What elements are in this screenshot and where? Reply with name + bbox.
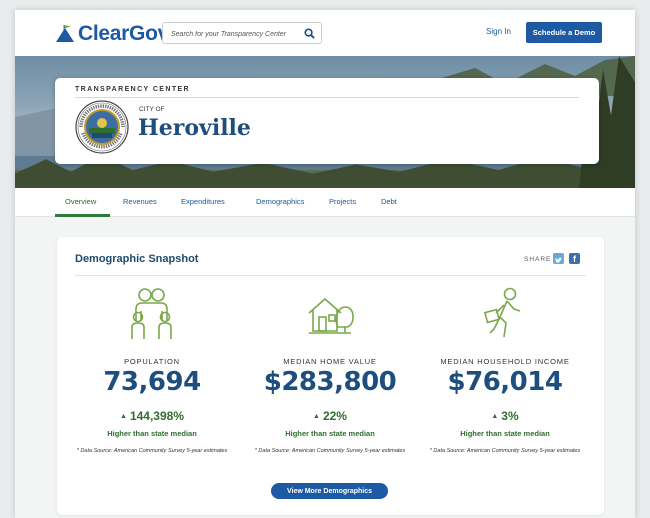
facebook-share-icon[interactable]: f [569, 253, 580, 264]
stat-value: $76,014 [447, 367, 563, 397]
up-triangle-icon: ▲ [120, 413, 127, 420]
tab-debt[interactable]: Debt [381, 197, 397, 206]
divider [75, 97, 579, 98]
city-prefix: CITY OF [139, 106, 165, 113]
stat-median-household-income: MEDIAN HOUSEHOLD INCOME $76,014 ▲ 3% High… [420, 287, 590, 467]
stat-label: POPULATION [124, 357, 180, 366]
stat-change: ▲ 144,398% [120, 409, 184, 423]
family-icon [131, 288, 172, 339]
stat-change: ▲ 22% [313, 409, 347, 423]
search-box[interactable] [162, 22, 322, 44]
house-icon [308, 297, 354, 334]
logo-flag-icon [56, 25, 74, 42]
stat-change: ▲ 3% [491, 409, 519, 423]
up-triangle-icon: ▲ [313, 413, 320, 420]
stat-comparison: Higher than state median [107, 429, 197, 438]
page: ClearGov® Sign In Schedule a Demo TRANSP… [15, 10, 635, 518]
up-triangle-icon: ▲ [491, 413, 499, 420]
share-label: SHARE [524, 256, 552, 263]
city-name: Heroville [138, 115, 251, 141]
tab-expenditures[interactable]: Expenditures [181, 197, 225, 206]
stat-comparison: Higher than state median [285, 429, 375, 438]
tab-overview[interactable]: Overview [65, 197, 96, 206]
search-input[interactable] [171, 27, 301, 41]
search-icon[interactable] [304, 28, 315, 39]
stat-value: 73,694 [103, 367, 201, 397]
hero-banner: TRANSPARENCY CENTER CITY OF Heroville [15, 56, 635, 188]
stat-label: MEDIAN HOUSEHOLD INCOME [440, 357, 570, 366]
schedule-demo-button[interactable]: Schedule a Demo [526, 22, 602, 43]
stat-comparison: Higher than state median [460, 429, 550, 438]
tab-revenues[interactable]: Revenues [123, 197, 157, 206]
divider [75, 275, 586, 276]
stat-data-source: * Data Source: American Community Survey… [254, 448, 406, 454]
sign-in-link[interactable]: Sign In [486, 27, 511, 36]
stat-data-source: * Data Source: American Community Survey… [429, 448, 581, 454]
snapshot-title: Demographic Snapshot [75, 253, 199, 265]
tab-projects[interactable]: Projects [329, 197, 356, 206]
transparency-center-label: TRANSPARENCY CENTER [75, 86, 191, 93]
view-more-demographics-button[interactable]: View More Demographics [271, 483, 388, 499]
cleargov-logo[interactable]: ClearGov® [55, 22, 174, 45]
stat-label: MEDIAN HOME VALUE [283, 357, 377, 366]
city-seal-icon [75, 100, 129, 154]
top-navigation-bar: ClearGov® Sign In Schedule a Demo [15, 10, 635, 56]
worker-icon [483, 287, 521, 338]
stat-data-source: * Data Source: American Community Survey… [76, 448, 228, 454]
tab-demographics[interactable]: Demographics [256, 197, 304, 206]
stat-median-home-value: MEDIAN HOME VALUE $283,800 ▲ 22% Higher t… [245, 287, 415, 467]
logo-text: ClearGov [78, 22, 169, 45]
demographic-snapshot-card: Demographic Snapshot SHARE f POPULATION … [57, 237, 604, 515]
stat-population: POPULATION 73,694 ▲ 144,398% Higher than … [67, 287, 237, 467]
section-tabs: Overview Revenues Expenditures Demograph… [15, 188, 635, 217]
transparency-center-card: TRANSPARENCY CENTER CITY OF Heroville [55, 78, 599, 164]
twitter-share-icon[interactable] [553, 253, 564, 264]
active-tab-indicator [55, 214, 110, 217]
stat-value: $283,800 [263, 367, 397, 397]
